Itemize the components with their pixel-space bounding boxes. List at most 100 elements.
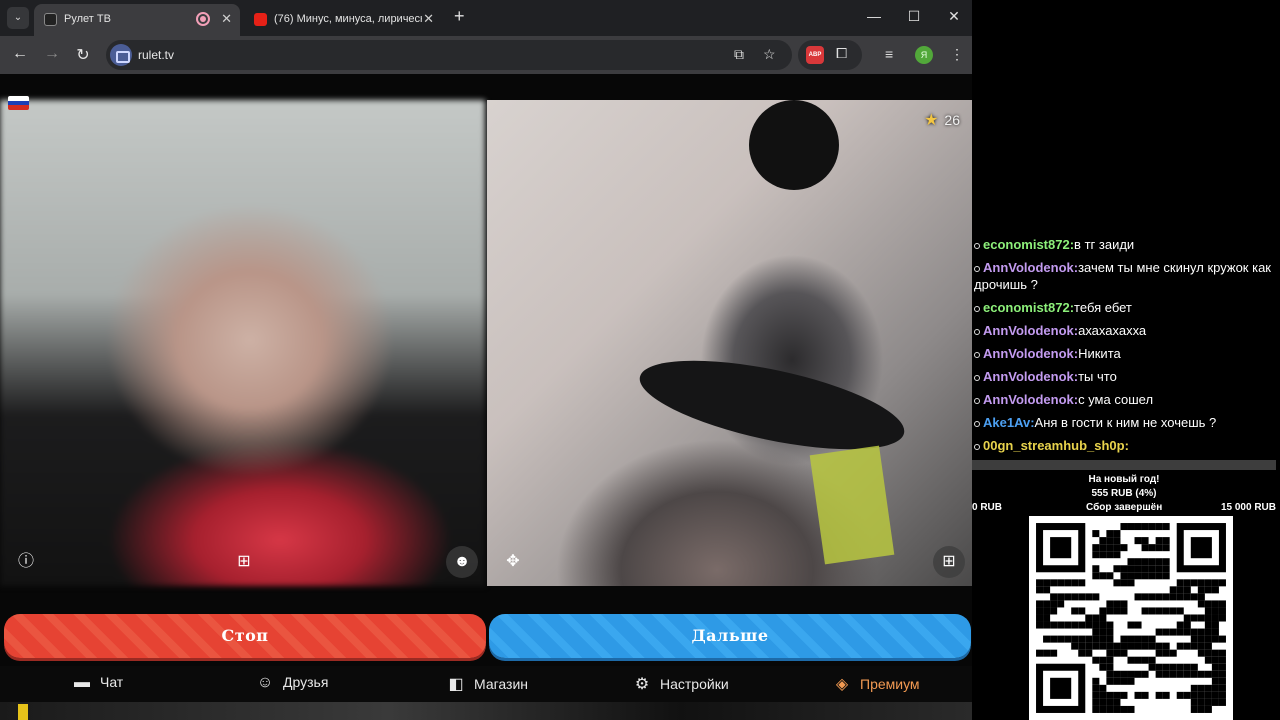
qr-module: [1162, 593, 1170, 601]
browser-tab-bar: ⌄ Рулет ТВ ✕ (76) Минус, минуса, лиричес…: [0, 0, 972, 36]
qr-module: [1176, 691, 1184, 699]
qr-module: [1099, 705, 1107, 713]
remote-video: ★ 26: [487, 100, 972, 586]
stop-button[interactable]: Стоп: [4, 614, 486, 658]
qr-module: [1176, 621, 1184, 629]
qr-module: [1106, 600, 1114, 608]
badge-icon: [974, 265, 980, 272]
qr-module: [1043, 635, 1051, 643]
profile-avatar[interactable]: Я: [915, 46, 933, 64]
qr-module: [1169, 628, 1177, 636]
qr-module: [1057, 635, 1065, 643]
extensions-puzzle-icon[interactable]: ⧠: [836, 45, 847, 62]
qr-module: [1127, 621, 1135, 629]
install-app-icon[interactable]: ⧉: [734, 46, 744, 63]
media-control-icon[interactable]: ≡: [885, 46, 893, 62]
nav-shop[interactable]: ◧ Магазин: [446, 674, 528, 694]
donation-qr-code: [1029, 516, 1233, 720]
gamepad-icon[interactable]: ✥: [497, 546, 529, 578]
nav-settings[interactable]: ⚙ Настройки: [632, 674, 729, 694]
chat-message: AnnVolodenok:ахахахахха: [972, 322, 1272, 339]
badge-icon: [974, 397, 980, 404]
qr-module: [1176, 593, 1184, 601]
forward-icon[interactable]: →: [42, 45, 62, 63]
qr-module: [1197, 593, 1205, 601]
qr-module: [1162, 565, 1170, 573]
profile-icon[interactable]: ☻: [446, 546, 478, 578]
minimize-icon[interactable]: —: [864, 8, 884, 24]
qr-module: [1085, 614, 1093, 622]
qr-module: [1078, 621, 1086, 629]
browser-menu-icon[interactable]: ⋮: [950, 46, 964, 63]
goal-status: Сбор завершён: [1086, 502, 1163, 513]
gift-icon[interactable]: ⊞: [228, 546, 260, 578]
nav-chat[interactable]: ▬ Чат: [72, 674, 123, 692]
qr-module: [1204, 628, 1212, 636]
qr-module: [1134, 621, 1142, 629]
qr-module: [1190, 635, 1198, 643]
qr-module: [1197, 684, 1205, 692]
gift-icon[interactable]: ⊞: [933, 546, 965, 578]
qr-module: [1211, 677, 1219, 685]
qr-module: [1134, 670, 1142, 678]
new-tab-icon[interactable]: +: [454, 6, 465, 27]
bookmark-star-icon[interactable]: ☆: [763, 46, 776, 63]
qr-module: [1204, 649, 1212, 657]
nav-premium[interactable]: ◈ Премиум: [832, 674, 920, 694]
qr-module: [1134, 635, 1142, 643]
qr-module: [1190, 698, 1198, 706]
chat-message: economist872:в тг заиди: [972, 236, 1272, 253]
qr-module: [1092, 677, 1100, 685]
qr-module: [1155, 537, 1163, 545]
qr-module: [1162, 663, 1170, 671]
nav-friends[interactable]: ☺ Друзья: [255, 674, 329, 692]
qr-module: [1141, 607, 1149, 615]
site-info-icon[interactable]: [110, 44, 132, 66]
qr-module: [1050, 677, 1072, 699]
qr-module: [1162, 544, 1170, 552]
back-icon[interactable]: ←: [10, 45, 30, 63]
tab-youtube[interactable]: (76) Минус, минуса, лирическ ✕: [244, 4, 442, 36]
close-tab-icon[interactable]: ✕: [221, 11, 232, 27]
window-close-icon[interactable]: ✕: [944, 8, 964, 25]
badge-icon: [974, 443, 980, 450]
badge-icon: [974, 328, 980, 335]
qr-module: [1211, 600, 1219, 608]
qr-module: [1092, 698, 1100, 706]
qr-module: [1078, 635, 1086, 643]
qr-module: [1106, 530, 1114, 538]
qr-module: [1155, 670, 1163, 678]
address-bar[interactable]: rulet.tv ⧉ ☆: [106, 40, 792, 70]
qr-module: [1211, 663, 1219, 671]
report-icon[interactable]: ⓘ: [10, 546, 42, 578]
qr-module: [1155, 691, 1163, 699]
qr-module: [1197, 600, 1205, 608]
tab-rulet[interactable]: Рулет ТВ ✕: [34, 4, 240, 36]
qr-module: [1155, 663, 1163, 671]
qr-module: [1078, 607, 1086, 615]
qr-module: [1092, 544, 1100, 552]
chat-message: AnnVolodenok:с ума сошел: [972, 391, 1272, 408]
close-tab-icon[interactable]: ✕: [423, 11, 434, 27]
qr-module: [1099, 537, 1107, 545]
qr-module: [1218, 684, 1226, 692]
qr-module: [1078, 593, 1086, 601]
qr-module: [1141, 537, 1149, 545]
qr-module: [1204, 579, 1212, 587]
bottom-strip: [0, 702, 972, 720]
qr-module: [1141, 656, 1149, 664]
chat-username: AnnVolodenok:: [983, 260, 1079, 275]
tab-search-button[interactable]: ⌄: [7, 7, 29, 29]
adblock-icon[interactable]: ABP: [806, 46, 824, 64]
reload-icon[interactable]: ↻: [73, 45, 93, 65]
maximize-icon[interactable]: ☐: [904, 8, 924, 25]
chat-icon: ▬: [74, 674, 90, 691]
qr-module: [1099, 551, 1107, 559]
qr-module: [1204, 635, 1212, 643]
qr-module: [1106, 621, 1114, 629]
qr-module: [1176, 670, 1184, 678]
qr-module: [1155, 649, 1163, 657]
next-button[interactable]: Дальше: [489, 614, 971, 658]
qr-module: [1176, 628, 1184, 636]
qr-module: [1057, 600, 1065, 608]
